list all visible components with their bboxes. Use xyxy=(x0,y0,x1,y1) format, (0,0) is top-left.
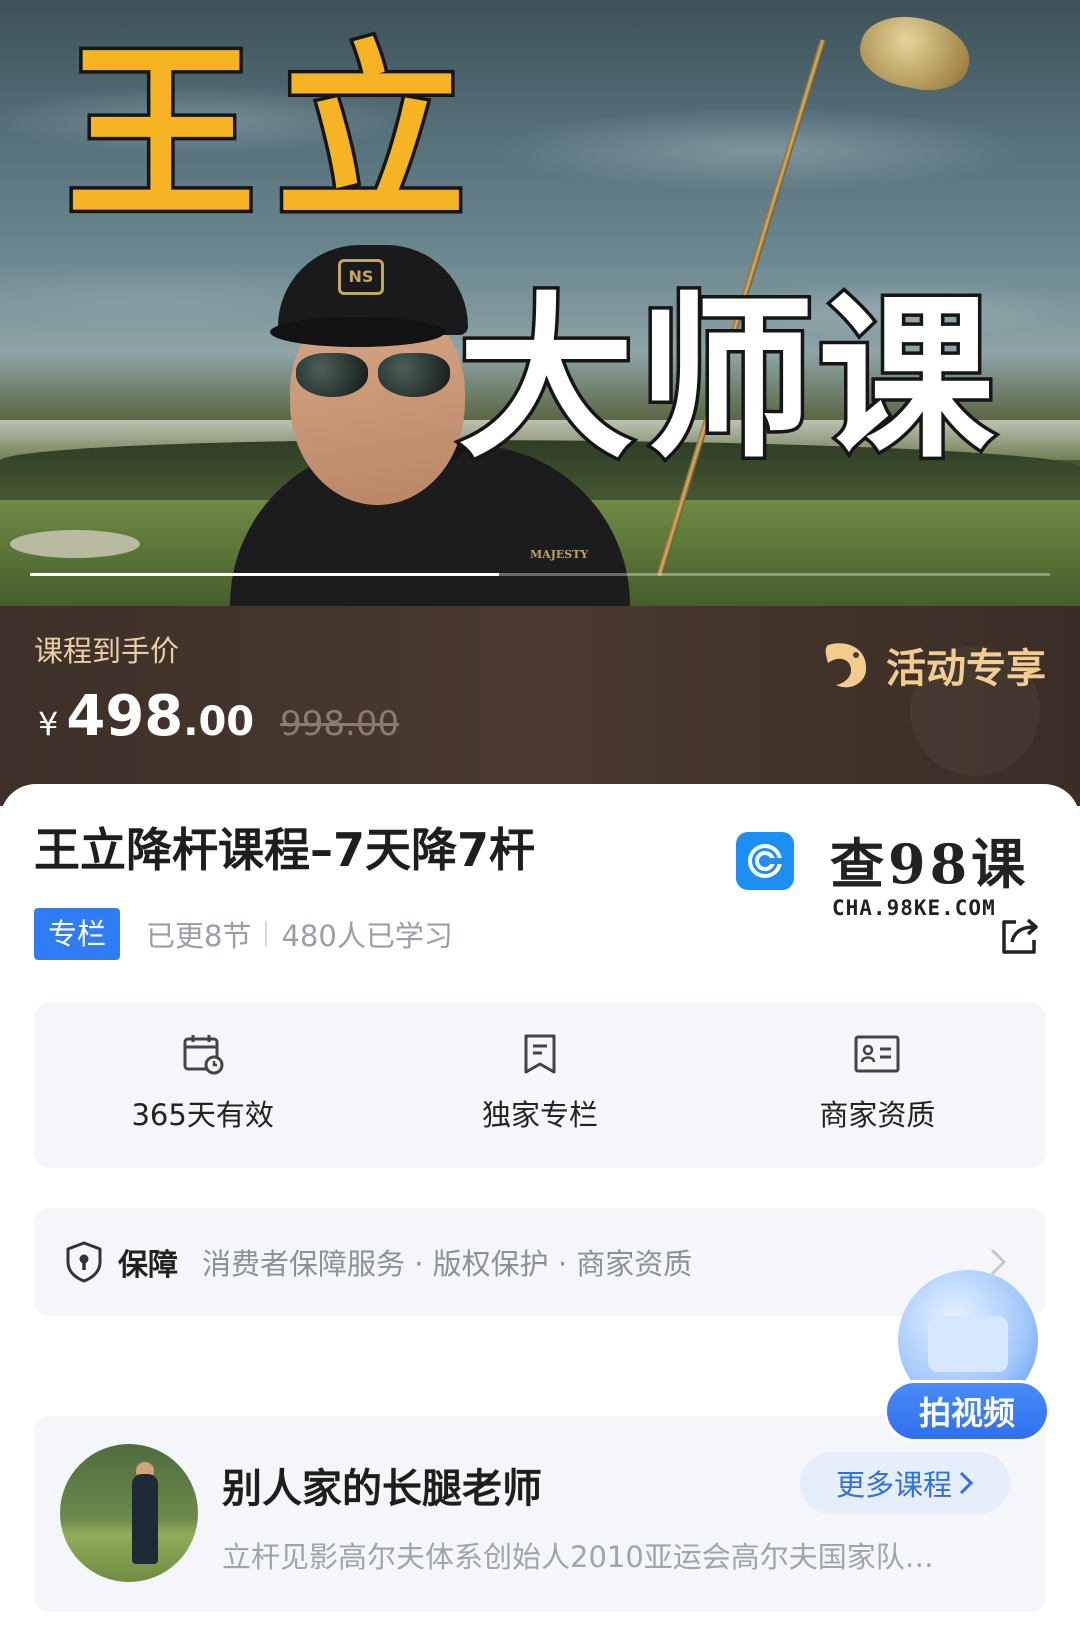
shoot-video-button[interactable]: 拍视频 xyxy=(884,1380,1050,1442)
hero-title-masterclass: 大师课 xyxy=(454,277,999,482)
shirt-brand: MAJESTY xyxy=(530,548,589,561)
course-info-card: 王立降杆课程–7天降7杆 专栏 已更8节 480人已学习 查98课 CHA.98… xyxy=(0,784,1080,1652)
watermark-text: 查98课 xyxy=(830,832,1030,896)
id-card-icon xyxy=(854,1035,900,1073)
promo-label: 活动专享 xyxy=(886,646,1046,692)
sunglass-lens-left xyxy=(296,353,368,397)
price-integer: 498 xyxy=(66,684,184,749)
hero-banner[interactable]: NS MAJESTY 王立 大师课 xyxy=(0,0,1080,610)
feature-panel: 365天有效 独家专栏 商家资质 xyxy=(34,1002,1046,1168)
feature-label: 365天有效 xyxy=(131,1098,274,1132)
hero-title-name: 王立 xyxy=(62,24,487,245)
price-decimal: .00 xyxy=(183,699,255,745)
sunglasses xyxy=(296,353,451,399)
original-price: 998.00 xyxy=(280,704,400,744)
site-watermark: 查98课 CHA.98KE.COM xyxy=(736,824,1036,934)
chevron-right-icon xyxy=(959,1471,974,1495)
price-strip: 课程到手价 ¥ 498 .00 998.00 活动专享 xyxy=(0,606,1080,806)
meta-divider xyxy=(265,921,268,947)
learner-count: 480人已学习 xyxy=(281,919,453,953)
feature-exclusive[interactable]: 独家专栏 xyxy=(371,1002,708,1168)
shoot-video-fab[interactable]: 拍视频 xyxy=(884,1270,1050,1446)
price-label: 课程到手价 xyxy=(34,634,180,668)
carousel-progress xyxy=(30,573,1050,576)
watermark-url: CHA.98KE.COM xyxy=(832,896,996,920)
carousel-progress-fill xyxy=(30,573,500,576)
guarantee-items: 消费者保障服务 · 版权保护 · 商家资质 xyxy=(202,1247,693,1281)
price-row: ¥ 498 .00 998.00 xyxy=(38,684,399,749)
feature-label: 商家资质 xyxy=(819,1098,936,1132)
dolphin-logo-icon xyxy=(825,643,867,688)
currency-symbol: ¥ xyxy=(38,705,59,743)
teacher-description: 立杆见影高尔夫体系创始人2010亚运会高尔夫国家队… xyxy=(222,1540,934,1574)
feature-qualification[interactable]: 商家资质 xyxy=(709,1002,1046,1168)
more-courses-label: 更多课程 xyxy=(835,1468,952,1502)
cap-logo: NS xyxy=(338,259,384,295)
sand-bunker xyxy=(10,530,140,558)
course-detail-page: NS MAJESTY 王立 大师课 课程到手价 ¥ 498 .00 998.00 xyxy=(0,0,1080,1652)
feature-validity[interactable]: 365天有效 xyxy=(34,1002,371,1168)
watermark-logo-icon xyxy=(736,832,794,890)
update-count: 已更8节 xyxy=(146,919,252,953)
course-title: 王立降杆课程–7天降7杆 xyxy=(34,823,536,877)
promo-badge: 活动专享 xyxy=(818,636,1046,694)
feature-label: 独家专栏 xyxy=(481,1098,598,1132)
calendar-clock-icon xyxy=(183,1035,224,1075)
guarantee-title: 保障 xyxy=(118,1248,178,1283)
teacher-avatar[interactable] xyxy=(60,1444,198,1582)
avatar-figure xyxy=(132,1474,158,1564)
share-icon[interactable] xyxy=(996,912,1044,960)
shield-icon xyxy=(66,1241,102,1283)
column-tag: 专栏 xyxy=(34,908,121,960)
course-meta-row: 专栏 已更8节 480人已学习 xyxy=(34,908,453,960)
teacher-name: 别人家的长腿老师 xyxy=(222,1466,542,1512)
sunglass-lens-right xyxy=(378,353,450,397)
camera-icon xyxy=(928,1316,1008,1372)
bookmark-doc-icon xyxy=(524,1034,556,1074)
more-courses-button[interactable]: 更多课程 xyxy=(800,1452,1010,1514)
golfer-cap-brim xyxy=(270,317,445,347)
